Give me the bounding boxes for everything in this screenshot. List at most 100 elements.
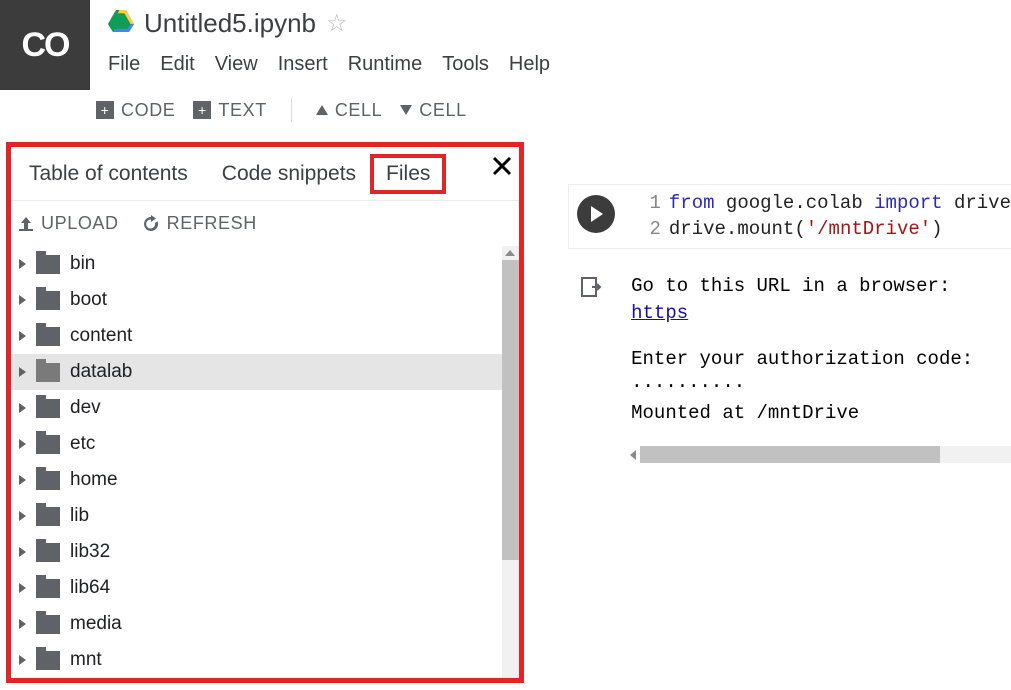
menu-view[interactable]: View [215, 53, 258, 76]
plus-icon: + [193, 101, 211, 119]
file-name: media [70, 613, 122, 635]
colab-logo: CO [0, 0, 90, 90]
menu-help[interactable]: Help [509, 53, 550, 76]
output-line-2: Enter your authorization code: [631, 346, 1011, 373]
chevron-right-icon [19, 367, 26, 377]
folder-icon [36, 399, 60, 418]
menu-edit[interactable]: Edit [160, 53, 194, 76]
toolbar-divider [291, 98, 292, 122]
refresh-button[interactable]: REFRESH [141, 213, 257, 234]
notebook-title[interactable]: Untitled5.ipynb [144, 8, 316, 39]
file-name: content [70, 325, 132, 347]
upload-label: UPLOAD [41, 213, 119, 234]
chevron-right-icon [19, 403, 26, 413]
file-item[interactable]: mnt [11, 642, 519, 678]
cell-up-label: CELL [335, 100, 382, 121]
star-icon[interactable]: ☆ [326, 9, 348, 38]
upload-icon [17, 215, 35, 233]
file-item[interactable]: etc [11, 426, 519, 462]
folder-icon [36, 255, 60, 274]
file-name: dev [70, 397, 101, 419]
chevron-right-icon [19, 547, 26, 557]
cell-h-scrollbar[interactable] [626, 446, 1011, 463]
file-name: mnt [70, 649, 102, 671]
run-cell-button[interactable] [577, 195, 615, 233]
folder-icon [36, 291, 60, 310]
main-menu: File Edit View Insert Runtime Tools Help [108, 53, 550, 76]
file-item[interactable]: datalab [11, 354, 519, 390]
chevron-right-icon [19, 295, 26, 305]
h-scroll-thumb[interactable] [640, 446, 940, 463]
chevron-right-icon [19, 475, 26, 485]
folder-icon [36, 507, 60, 526]
file-item[interactable]: media [11, 606, 519, 642]
plus-icon: + [96, 101, 114, 119]
close-sidebar-icon[interactable] [491, 155, 513, 183]
file-item[interactable]: boot [11, 282, 519, 318]
file-name: lib [70, 505, 89, 527]
chevron-right-icon [19, 331, 26, 341]
file-item[interactable]: home [11, 462, 519, 498]
tab-snippets[interactable]: Code snippets [204, 162, 372, 186]
file-name: boot [70, 289, 107, 311]
output-line-1a: Go to this URL in a browser: [631, 275, 950, 297]
file-name: home [70, 469, 118, 491]
folder-icon [36, 363, 60, 382]
add-code-label: CODE [121, 100, 175, 121]
chevron-right-icon [19, 655, 26, 665]
output-icon[interactable] [580, 275, 604, 299]
auth-url-link[interactable]: https [631, 302, 688, 324]
menu-tools[interactable]: Tools [442, 53, 489, 76]
file-item[interactable]: lib32 [11, 534, 519, 570]
add-code-button[interactable]: + CODE [96, 100, 175, 121]
tab-toc[interactable]: Table of contents [11, 162, 204, 186]
file-name: lib32 [70, 541, 110, 563]
chevron-right-icon [19, 619, 26, 629]
chevron-right-icon [19, 439, 26, 449]
folder-icon [36, 435, 60, 454]
file-item[interactable]: dev [11, 390, 519, 426]
folder-icon [36, 615, 60, 634]
file-name: etc [70, 433, 95, 455]
tab-files[interactable]: Files [372, 156, 444, 192]
scroll-up-icon [505, 250, 515, 256]
file-item[interactable]: lib64 [11, 570, 519, 606]
upload-button[interactable]: UPLOAD [17, 213, 119, 234]
colab-logo-text: CO [22, 26, 69, 65]
cell-down-label: CELL [419, 100, 466, 121]
toolbar: + CODE + TEXT CELL CELL [96, 92, 1011, 128]
code-editor[interactable]: 1from google.colab import drive 2drive.m… [639, 185, 1011, 248]
refresh-icon [141, 214, 161, 234]
menu-runtime[interactable]: Runtime [348, 53, 422, 76]
file-item[interactable]: bin [11, 246, 519, 282]
menu-file[interactable]: File [108, 53, 140, 76]
add-text-button[interactable]: + TEXT [193, 100, 266, 121]
folder-icon [36, 471, 60, 490]
file-item[interactable]: lib [11, 498, 519, 534]
output-line-4: Mounted at /mntDrive [631, 400, 1011, 427]
folder-icon [36, 543, 60, 562]
notebook-area: 1from google.colab import drive 2drive.m… [568, 142, 1011, 683]
add-text-label: TEXT [218, 100, 266, 121]
sidebar-scrollbar[interactable] [502, 246, 519, 678]
sidebar: Table of contents Code snippets Files UP… [6, 142, 524, 683]
arrow-down-icon [400, 105, 412, 115]
scroll-left-icon [630, 450, 636, 460]
folder-icon [36, 327, 60, 346]
folder-icon [36, 579, 60, 598]
code-cell[interactable]: 1from google.colab import drive 2drive.m… [568, 184, 1011, 249]
menu-insert[interactable]: Insert [278, 53, 328, 76]
file-name: bin [70, 253, 95, 275]
scroll-thumb[interactable] [502, 260, 519, 560]
file-list: bin boot content datalab dev etc home lib lib32 l… [11, 246, 519, 678]
cell-output: Go to this URL in a browser: https Enter… [568, 273, 1011, 426]
file-name: datalab [70, 361, 132, 383]
drive-icon [108, 10, 134, 37]
chevron-right-icon [19, 259, 26, 269]
folder-icon [36, 651, 60, 670]
cell-down-button[interactable]: CELL [400, 100, 466, 121]
file-name: lib64 [70, 577, 110, 599]
cell-up-button[interactable]: CELL [316, 100, 382, 121]
chevron-right-icon [19, 583, 26, 593]
file-item[interactable]: content [11, 318, 519, 354]
